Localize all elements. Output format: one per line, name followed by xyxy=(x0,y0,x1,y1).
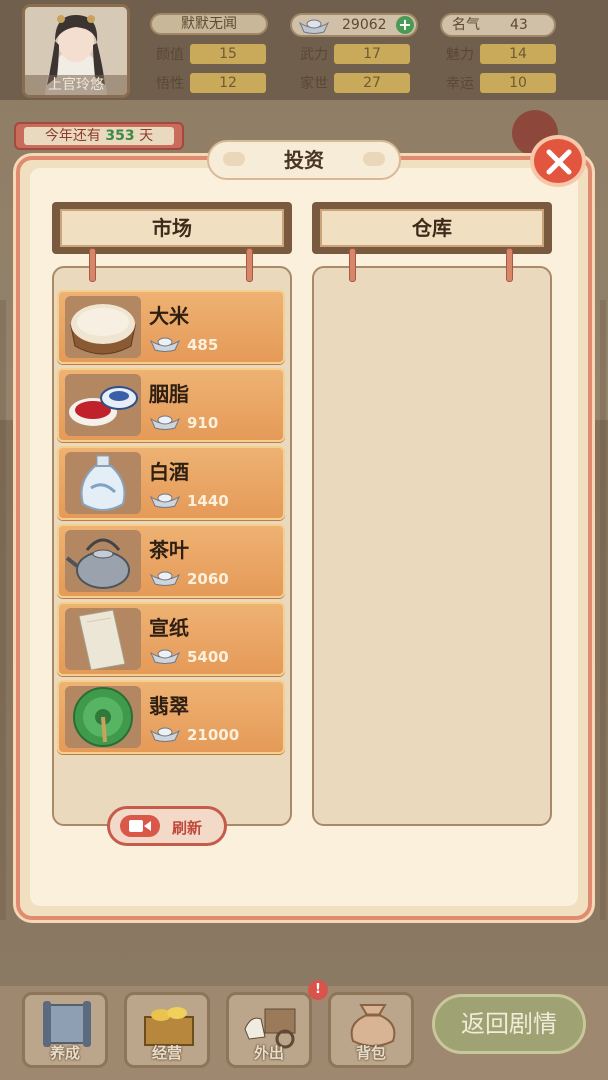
nav-cultivate[interactable]: 养成 xyxy=(22,992,108,1068)
player-name: 上官玲悠 xyxy=(25,75,127,95)
stat-label: 颜值 xyxy=(156,47,184,63)
stat-charm: 魅力 14 xyxy=(440,43,556,65)
item-name: 茶叶 xyxy=(149,538,189,562)
item-price: 21000 xyxy=(187,726,240,744)
rope-decoration xyxy=(349,248,356,282)
nav-outing[interactable]: 外出 xyxy=(226,992,312,1068)
stat-force: 武力 17 xyxy=(294,43,410,65)
nav-label: 经营 xyxy=(151,1044,182,1062)
teapot-icon xyxy=(65,530,141,592)
stat-label: 幸运 xyxy=(446,76,474,92)
avatar[interactable]: 上官玲悠 xyxy=(22,4,130,98)
item-price: 485 xyxy=(187,336,219,354)
rope-decoration xyxy=(506,248,513,282)
stat-value: 10 xyxy=(480,73,556,93)
rouge-box-icon xyxy=(65,374,141,436)
stat-label: 武力 xyxy=(300,47,328,63)
stat-family: 家世 27 xyxy=(294,72,410,94)
rice-basket-icon xyxy=(65,296,141,358)
player-rank-badge: 默默无闻 xyxy=(150,13,268,35)
market-item-jade[interactable]: 翡翠 21000 xyxy=(57,680,285,754)
nav-backpack[interactable]: 背包 xyxy=(328,992,414,1068)
liquor-bottle-icon xyxy=(65,452,141,514)
rope-decoration xyxy=(89,248,96,282)
warehouse-header: 仓库 xyxy=(312,202,552,254)
paper-scroll-icon xyxy=(65,608,141,670)
fame-display: 名气 43 xyxy=(440,13,556,37)
item-name: 翡翠 xyxy=(149,694,189,718)
dialog-title: 投资 xyxy=(207,140,401,180)
stat-luck: 幸运 10 xyxy=(440,72,556,94)
market-item-paper[interactable]: 宣纸 5400 xyxy=(57,602,285,676)
days-prefix: 今年还有 xyxy=(44,128,101,144)
stat-value: 27 xyxy=(334,73,410,93)
close-icon xyxy=(546,149,572,175)
silver-ingot-icon xyxy=(149,337,181,352)
stat-wisdom: 悟性 12 xyxy=(150,72,266,94)
market-title: 市场 xyxy=(60,209,284,247)
market-item-rouge[interactable]: 胭脂 910 xyxy=(57,368,285,442)
stat-label: 魅力 xyxy=(446,47,474,63)
stat-label: 家世 xyxy=(300,76,328,92)
jade-disc-icon xyxy=(65,686,141,748)
silver-ingot-icon xyxy=(149,649,181,664)
days-remaining-banner: 今年还有 353 天 xyxy=(14,122,184,150)
stat-value: 14 xyxy=(480,44,556,64)
stat-label: 悟性 xyxy=(156,76,184,92)
item-name: 胭脂 xyxy=(149,382,189,406)
item-name: 宣纸 xyxy=(149,616,189,640)
stat-value: 15 xyxy=(190,44,266,64)
days-suffix: 天 xyxy=(139,128,154,144)
silver-ingot-icon xyxy=(149,571,181,586)
video-camera-icon xyxy=(120,815,160,837)
nav-label: 背包 xyxy=(355,1044,386,1062)
stat-value: 12 xyxy=(190,73,266,93)
market-header: 市场 xyxy=(52,202,292,254)
item-price: 2060 xyxy=(187,570,229,588)
fame-value: 43 xyxy=(510,17,528,33)
rope-decoration xyxy=(246,248,253,282)
nav-label: 外出 xyxy=(253,1044,284,1062)
silver-ingot-icon xyxy=(149,415,181,430)
market-item-tea[interactable]: 茶叶 2060 xyxy=(57,524,285,598)
silver-ingot-icon xyxy=(149,493,181,508)
nav-label: 养成 xyxy=(49,1044,80,1062)
silver-currency: 29062 + xyxy=(290,13,418,37)
stat-value: 17 xyxy=(334,44,410,64)
return-to-story-button[interactable]: 返回剧情 xyxy=(432,994,586,1054)
warehouse-title: 仓库 xyxy=(320,209,544,247)
item-price: 1440 xyxy=(187,492,229,510)
days-count: 353 xyxy=(105,128,135,144)
notification-badge: ! xyxy=(308,980,328,1000)
status-bar: 上官玲悠 默默无闻 29062 + 名气 43 颜值 15 武力 17 魅力 1… xyxy=(0,0,608,100)
stat-looks: 颜值 15 xyxy=(150,43,266,65)
silver-ingot-icon xyxy=(298,19,330,34)
add-silver-button[interactable]: + xyxy=(396,16,414,34)
silver-ingot-icon xyxy=(149,727,181,742)
item-name: 白酒 xyxy=(149,460,189,484)
item-price: 5400 xyxy=(187,648,229,666)
nav-business[interactable]: 经营 xyxy=(124,992,210,1068)
warehouse-panel xyxy=(312,266,552,826)
market-item-liquor[interactable]: 白酒 1440 xyxy=(57,446,285,520)
silver-amount: 29062 xyxy=(342,17,387,33)
refresh-button[interactable]: 刷新 xyxy=(107,806,227,846)
fame-label: 名气 xyxy=(452,17,480,33)
close-button[interactable] xyxy=(530,135,586,187)
refresh-label: 刷新 xyxy=(172,819,203,837)
market-item-rice[interactable]: 大米 485 xyxy=(57,290,285,364)
item-price: 910 xyxy=(187,414,219,432)
item-name: 大米 xyxy=(149,304,189,328)
